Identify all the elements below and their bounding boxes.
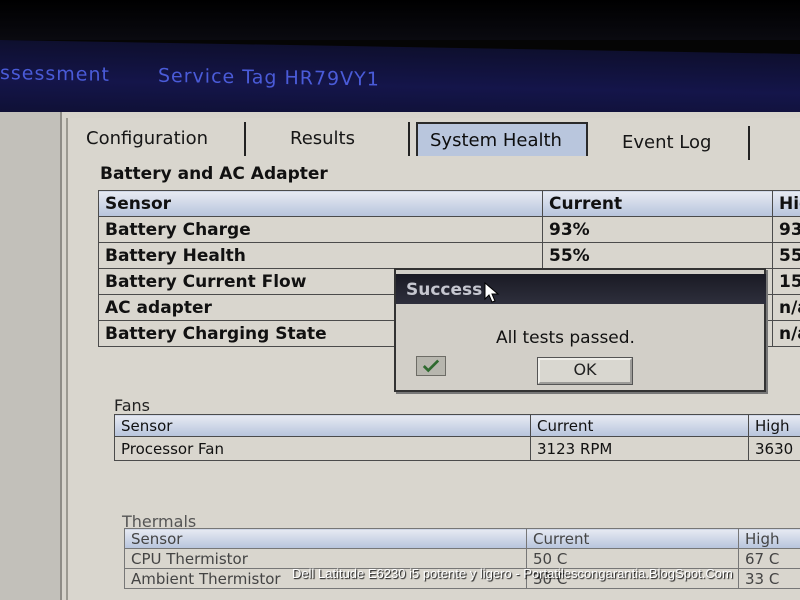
table-cell: 3630 bbox=[748, 436, 800, 461]
tab-label: Event Log bbox=[622, 132, 712, 153]
success-dialog: Success All tests passed. OK bbox=[394, 268, 766, 392]
column-header: High bbox=[748, 414, 800, 437]
column-header: High bbox=[738, 528, 800, 549]
service-tag: Service Tag HR79VY1 bbox=[158, 64, 380, 91]
table-cell: Processor Fan bbox=[114, 436, 531, 461]
table-header-row: Sensor Current Hig bbox=[98, 190, 800, 217]
tab-bar: Configuration Results System Health Even… bbox=[70, 122, 800, 160]
table-row: Battery Health 55% 55 bbox=[98, 242, 800, 269]
column-header: Current bbox=[526, 528, 739, 549]
table-cell: 3123 RPM bbox=[530, 436, 749, 461]
table-cell: 93 bbox=[772, 216, 800, 243]
dialog-message: All tests passed. bbox=[496, 328, 635, 348]
column-header: Current bbox=[530, 414, 749, 437]
fans-table: Sensor Current High Processor Fan 3123 R… bbox=[114, 414, 800, 461]
ok-button[interactable]: OK bbox=[538, 358, 632, 384]
app-title: ssessment bbox=[0, 62, 110, 86]
dialog-title: Success bbox=[406, 280, 483, 300]
mouse-cursor-icon bbox=[484, 282, 500, 303]
tab-system-health[interactable]: System Health bbox=[416, 122, 588, 156]
tab-label: Results bbox=[290, 128, 355, 149]
table-cell: 152 bbox=[772, 268, 800, 295]
photo-watermark: Dell Latitude E6230 i5 potente y ligero … bbox=[292, 566, 733, 581]
column-header: Sensor bbox=[124, 528, 527, 549]
checkmark-icon bbox=[416, 356, 446, 376]
table-cell: 67 C bbox=[738, 548, 800, 569]
table-cell: n/a bbox=[772, 320, 800, 347]
left-pane bbox=[0, 112, 62, 600]
fans-section-title: Fans bbox=[114, 396, 151, 415]
column-header: Hig bbox=[772, 190, 800, 217]
column-header: Current bbox=[542, 190, 773, 217]
table-row: Processor Fan 3123 RPM 3630 bbox=[114, 436, 800, 461]
table-cell: 55% bbox=[542, 242, 773, 269]
table-cell: n/a bbox=[772, 294, 800, 321]
table-cell: 55 bbox=[772, 242, 800, 269]
tab-label: System Health bbox=[430, 130, 562, 151]
table-cell: Battery Health bbox=[98, 242, 543, 269]
table-cell: Battery Charge bbox=[98, 216, 543, 243]
table-cell: 93% bbox=[542, 216, 773, 243]
tab-label: Configuration bbox=[86, 128, 209, 149]
column-header: Sensor bbox=[114, 414, 531, 437]
tab-configuration[interactable]: Configuration bbox=[70, 122, 246, 156]
monitor-bezel bbox=[0, 0, 800, 40]
table-header-row: Sensor Current High bbox=[124, 528, 800, 549]
column-header: Sensor bbox=[98, 190, 543, 217]
table-cell: 33 C bbox=[738, 568, 800, 589]
tab-results[interactable]: Results bbox=[260, 122, 410, 156]
tab-event-log[interactable]: Event Log bbox=[596, 126, 750, 160]
battery-section-title: Battery and AC Adapter bbox=[100, 164, 328, 184]
dialog-titlebar[interactable]: Success bbox=[396, 274, 766, 304]
table-row: Battery Charge 93% 93 bbox=[98, 216, 800, 243]
table-header-row: Sensor Current High bbox=[114, 414, 800, 437]
